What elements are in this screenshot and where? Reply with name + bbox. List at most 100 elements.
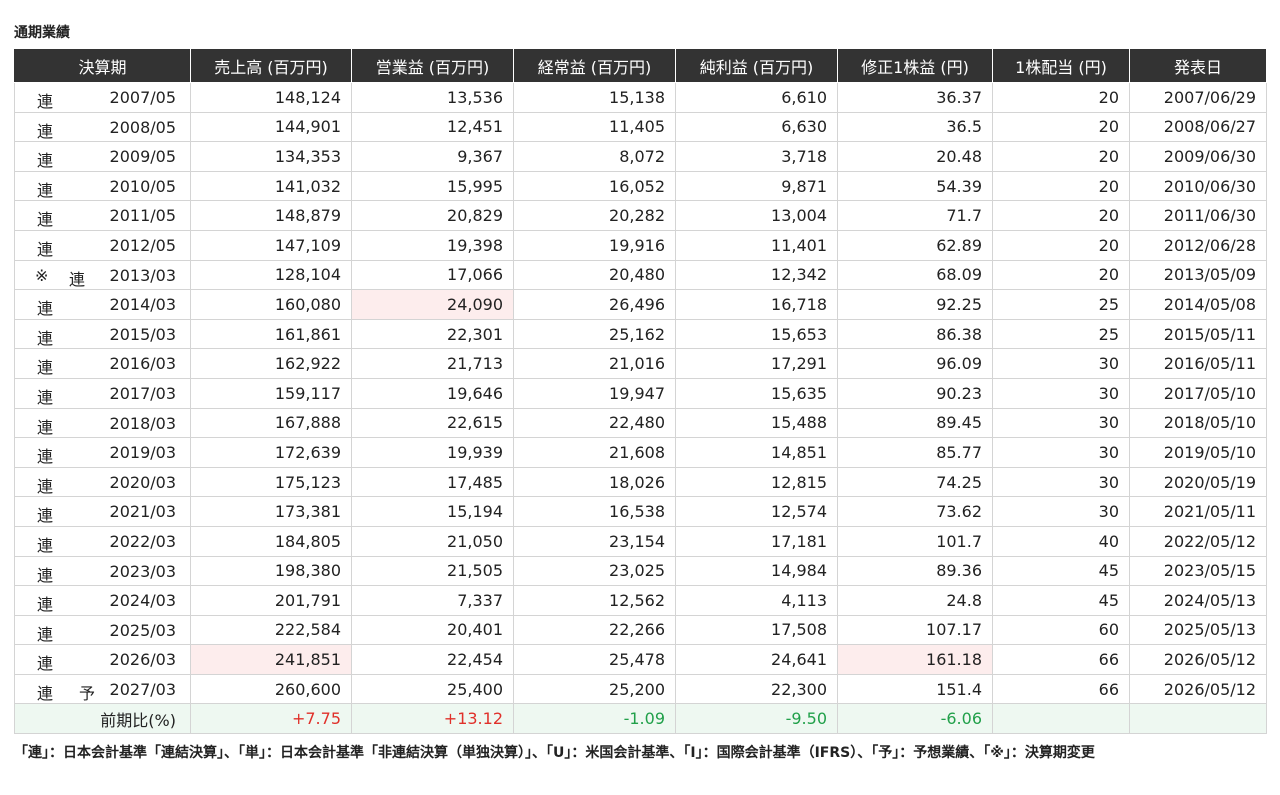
accounting-type: 連 (37, 595, 54, 615)
table-row: 連 2012/05 147,109 19,398 19,916 11,401 62.89 20… (14, 229, 1267, 261)
dividend-cell: 66 (992, 673, 1130, 705)
table-row: 連 2020/03 175,123 17,485 18,026 12,815 74.25 30… (14, 466, 1267, 498)
yoy-dividend-cell (992, 703, 1130, 735)
net-profit-cell: 12,815 (675, 466, 838, 498)
legend-note: 「連」：日本会計基準「連結決算」、「単」：日本会計基準「非連結決算（単独決算）」… (14, 745, 1095, 761)
net-profit-cell: 12,574 (675, 496, 838, 527)
ordinary-profit-cell: 19,947 (513, 377, 676, 409)
accounting-type: 連 (37, 210, 54, 230)
table-row: 連 2017/03 159,117 19,646 19,947 15,635 90.23 30… (14, 377, 1267, 409)
header-sales[interactable]: 売上高 (百万円) (190, 48, 352, 83)
dividend-cell: 20 (992, 82, 1130, 113)
sales-cell: 162,922 (190, 348, 352, 379)
yoy-net-profit-cell: -9.50 (675, 703, 838, 735)
announce-date-cell: 2010/06/30 (1129, 170, 1267, 202)
announce-date-cell: 2011/06/30 (1129, 200, 1267, 231)
eps-cell: 68.09 (837, 259, 993, 291)
table-row: 連 2023/03 198,380 21,505 23,025 14,984 89.36 45… (14, 555, 1267, 587)
operating-profit-cell: 20,401 (351, 614, 514, 646)
eps-cell: 161.18 (837, 644, 993, 675)
eps-cell: 86.38 (837, 318, 993, 350)
dividend-cell: 20 (992, 170, 1130, 202)
sales-cell: 161,861 (190, 318, 352, 350)
fiscal-period: 2019/03 (109, 443, 176, 463)
ordinary-profit-cell: 23,154 (513, 525, 676, 557)
period-cell: 連 2008/05 (14, 111, 191, 143)
net-profit-cell: 9,871 (675, 170, 838, 202)
operating-profit-cell: 9,367 (351, 141, 514, 172)
table-row: 連 2015/03 161,861 22,301 25,162 15,653 86.38 25… (14, 318, 1267, 350)
header-net-profit[interactable]: 純利益 (百万円) (675, 48, 838, 83)
header-operating-profit[interactable]: 営業益 (百万円) (351, 48, 514, 83)
announce-date-cell: 2015/05/11 (1129, 318, 1267, 350)
announce-date-cell: 2022/05/12 (1129, 525, 1267, 557)
header-ordinary-profit[interactable]: 経常益 (百万円) (513, 48, 676, 83)
accounting-type: 連 (37, 121, 54, 141)
announce-date-cell: 2016/05/11 (1129, 348, 1267, 379)
dividend-cell: 20 (992, 111, 1130, 143)
dividend-cell: 40 (992, 525, 1130, 557)
operating-profit-cell: 20,829 (351, 200, 514, 231)
net-profit-cell: 17,291 (675, 348, 838, 379)
eps-cell: 74.25 (837, 466, 993, 498)
fiscal-period: 2020/03 (109, 472, 176, 492)
accounting-type: 連 (37, 299, 54, 319)
dividend-cell: 30 (992, 377, 1130, 409)
yoy-announce-date-cell (1129, 703, 1267, 735)
accounting-type: 連 (37, 387, 54, 407)
announce-date-cell: 2009/06/30 (1129, 141, 1267, 172)
sales-cell: 172,639 (190, 437, 352, 468)
table-row: 連 2009/05 134,353 9,367 8,072 3,718 20.48 20 200… (14, 141, 1267, 172)
dividend-cell: 45 (992, 555, 1130, 587)
fiscal-period: 2016/03 (109, 354, 176, 374)
operating-profit-cell: 17,485 (351, 466, 514, 498)
sales-cell: 222,584 (190, 614, 352, 646)
dividend-cell: 45 (992, 585, 1130, 616)
announce-date-cell: 2025/05/13 (1129, 614, 1267, 646)
sales-cell: 173,381 (190, 496, 352, 527)
period-cell: 連 2016/03 (14, 348, 191, 379)
fiscal-period: 2013/03 (109, 265, 176, 285)
annual-results-table: 決算期 売上高 (百万円) 営業益 (百万円) 経常益 (百万円) 純利益 (百… (14, 48, 1267, 735)
net-profit-cell: 11,401 (675, 229, 838, 261)
eps-cell: 90.23 (837, 377, 993, 409)
sales-cell: 175,123 (190, 466, 352, 498)
ordinary-profit-cell: 16,052 (513, 170, 676, 202)
header-eps[interactable]: 修正1株益 (円) (837, 48, 993, 83)
net-profit-cell: 16,718 (675, 289, 838, 320)
table-row: 連 2021/03 173,381 15,194 16,538 12,574 73.62 30… (14, 496, 1267, 527)
ordinary-profit-cell: 16,538 (513, 496, 676, 527)
announce-date-cell: 2020/05/19 (1129, 466, 1267, 498)
eps-cell: 36.37 (837, 82, 993, 113)
fiscal-period: 2012/05 (109, 235, 176, 255)
operating-profit-cell: 22,301 (351, 318, 514, 350)
header-dividend[interactable]: 1株配当 (円) (992, 48, 1130, 83)
eps-cell: 89.36 (837, 555, 993, 587)
period-change-mark: ※ (35, 265, 49, 285)
announce-date-cell: 2017/05/10 (1129, 377, 1267, 409)
accounting-type: 連 (37, 624, 54, 644)
announce-date-cell: 2019/05/10 (1129, 437, 1267, 468)
accounting-type: 連 (37, 417, 54, 437)
dividend-cell: 20 (992, 229, 1130, 261)
dividend-cell: 66 (992, 644, 1130, 675)
sales-cell: 141,032 (190, 170, 352, 202)
accounting-type: 連 (37, 654, 54, 674)
net-profit-cell: 24,641 (675, 644, 838, 675)
table-row: ※ 連 2013/03 128,104 17,066 20,480 12,342 68.09 2… (14, 259, 1267, 291)
period-cell: 連 2007/05 (14, 82, 191, 113)
dividend-cell: 30 (992, 407, 1130, 439)
announce-date-cell: 2026/05/12 (1129, 673, 1267, 705)
fiscal-period: 2010/05 (109, 176, 176, 196)
table-row: 連 2011/05 148,879 20,829 20,282 13,004 71.7 20 2… (14, 200, 1267, 231)
header-period[interactable]: 決算期 (14, 48, 191, 83)
ordinary-profit-cell: 11,405 (513, 111, 676, 143)
period-cell: 連 2020/03 (14, 466, 191, 498)
net-profit-cell: 6,630 (675, 111, 838, 143)
table-row: 連 2018/03 167,888 22,615 22,480 15,488 89.45 30… (14, 407, 1267, 439)
yoy-ratio-label: 前期比(%) (14, 703, 191, 735)
dividend-cell: 25 (992, 318, 1130, 350)
sales-cell: 148,879 (190, 200, 352, 231)
header-announce-date[interactable]: 発表日 (1129, 48, 1267, 83)
operating-profit-cell: 13,536 (351, 82, 514, 113)
